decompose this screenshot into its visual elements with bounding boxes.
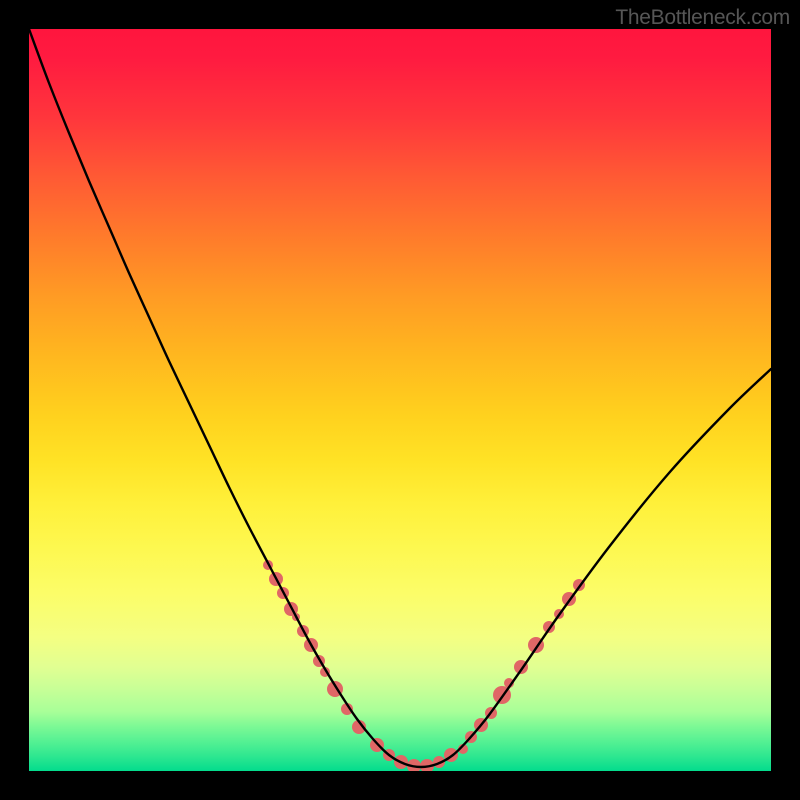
bottleneck-curve	[29, 29, 771, 767]
chart-svg	[29, 29, 771, 771]
chart-frame: TheBottleneck.com	[0, 0, 800, 800]
plot-area	[29, 29, 771, 771]
marker-dots-group	[263, 560, 585, 771]
watermark-text: TheBottleneck.com	[615, 6, 790, 30]
